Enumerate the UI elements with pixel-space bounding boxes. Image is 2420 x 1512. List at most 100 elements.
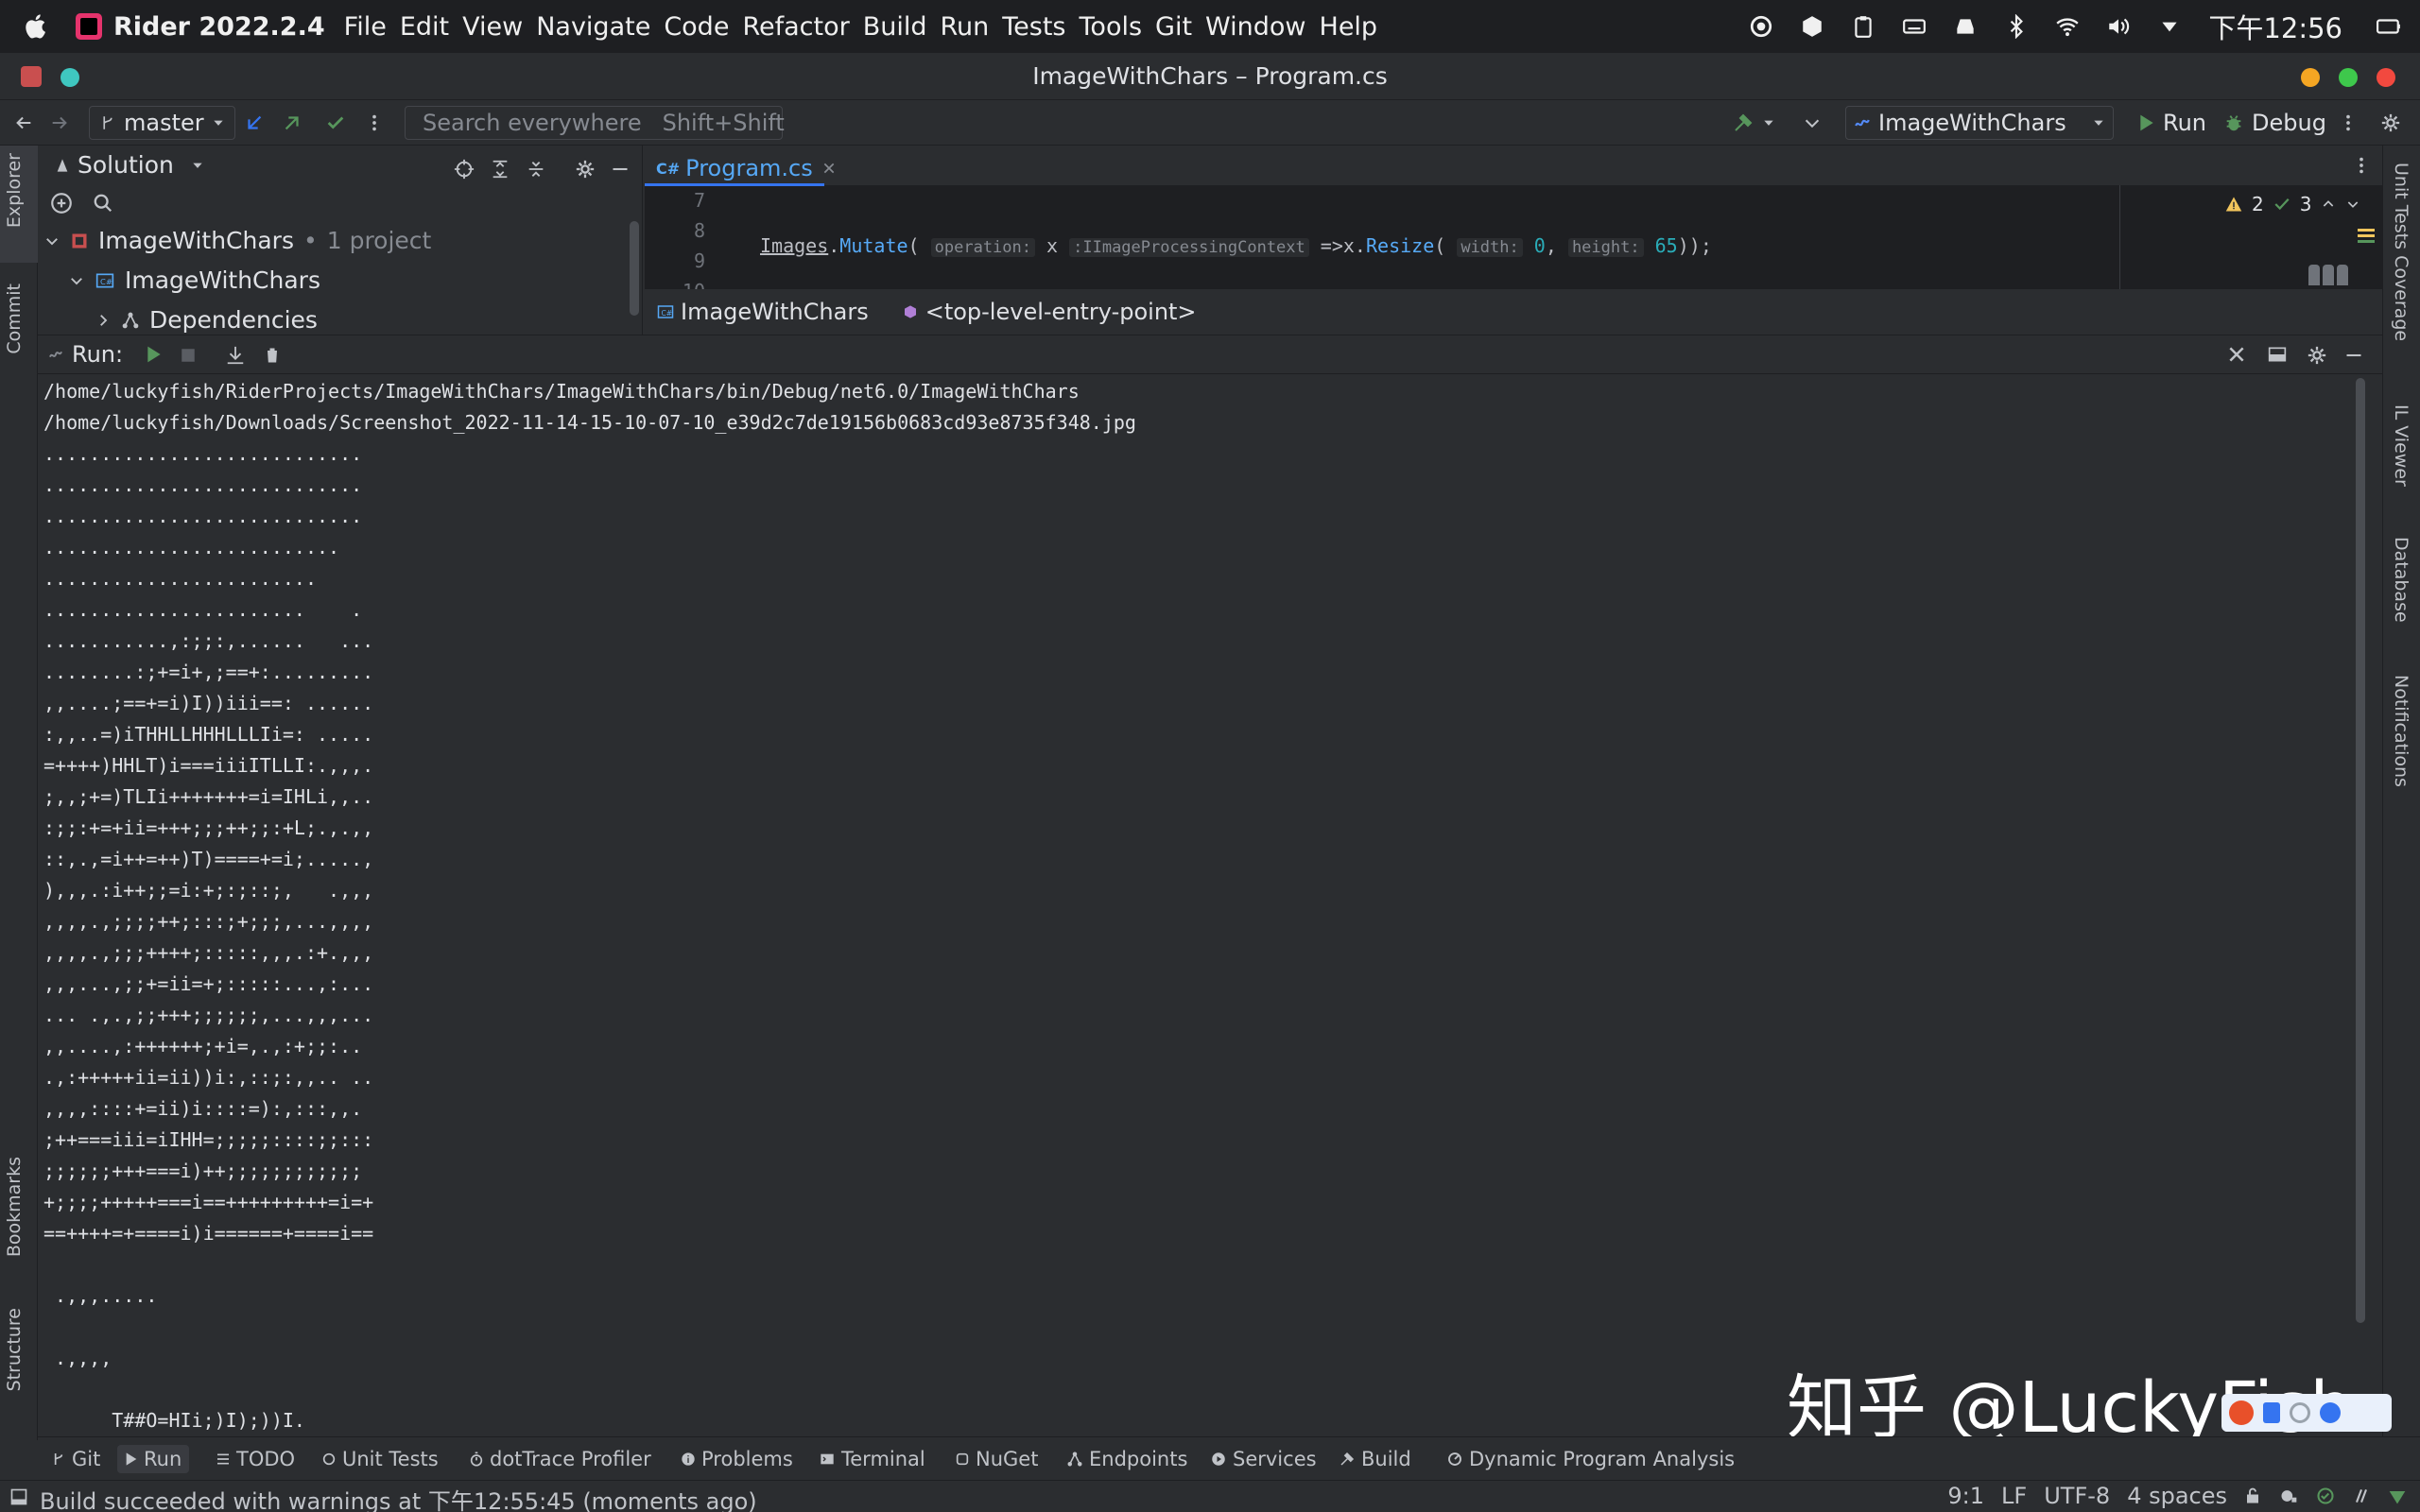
menu-tools[interactable]: Tools <box>1080 12 1143 42</box>
caret-position[interactable]: 9:1 <box>1947 1483 1984 1509</box>
search-icon[interactable] <box>93 193 113 214</box>
tab-dynamic-program-analysis[interactable]: Dynamic Program Analysis <box>1446 1445 1735 1473</box>
solution-header[interactable]: Solution <box>55 151 204 179</box>
layout-icon[interactable] <box>2267 345 2288 364</box>
git-branch-selector[interactable]: master <box>89 106 235 140</box>
check-circle-icon[interactable] <box>2316 1486 2335 1505</box>
explorer-tab[interactable]: Explorer <box>4 153 25 228</box>
menu-file[interactable]: File <box>344 12 387 42</box>
show-files-icon[interactable] <box>49 191 74 215</box>
maximize-button[interactable] <box>2339 68 2358 87</box>
console-scrollbar[interactable] <box>2356 378 2365 1323</box>
git-more-button[interactable] <box>371 106 378 140</box>
tab-terminal[interactable]: Terminal <box>819 1445 925 1473</box>
tab-todo[interactable]: TODO <box>216 1445 295 1473</box>
gear-icon[interactable] <box>2307 345 2327 366</box>
notifications-tab[interactable]: Notifications <box>2391 675 2411 787</box>
close-tab-icon[interactable] <box>822 162 836 175</box>
line-separator[interactable]: LF <box>2001 1483 2027 1509</box>
git-commit-button[interactable] <box>325 106 346 140</box>
tree-dependencies[interactable]: Dependencies <box>95 306 318 334</box>
tab-program-cs[interactable]: C# Program.cs <box>656 151 836 185</box>
status-message[interactable]: Build succeeded with warnings at 下午12:55… <box>40 1483 757 1512</box>
minimize-panel-icon[interactable] <box>2344 345 2363 366</box>
menu-code[interactable]: Code <box>664 12 729 42</box>
inspection-profile-icon[interactable] <box>2278 1486 2299 1505</box>
clock[interactable]: 下午12:56 <box>2208 7 2342 46</box>
error-stripe-marks[interactable] <box>2358 229 2375 244</box>
inspection-widget[interactable]: 2 3 <box>2225 193 2360 215</box>
tab-git[interactable]: Git <box>51 1445 100 1473</box>
minimize-panel-icon[interactable] <box>611 159 630 180</box>
menu-edit[interactable]: Edit <box>400 12 449 42</box>
locate-icon[interactable] <box>454 159 475 180</box>
menu-app-name[interactable]: Rider 2022.2.4 <box>113 12 325 42</box>
unit-tests-coverage-tab[interactable]: Unit Tests Coverage <box>2391 163 2411 341</box>
box-icon[interactable] <box>1800 14 1824 39</box>
menu-navigate[interactable]: Navigate <box>536 12 650 42</box>
run-button[interactable]: Run <box>2138 106 2206 140</box>
shield-check-icon[interactable] <box>2388 1486 2407 1505</box>
database-tab[interactable]: Database <box>2391 537 2411 623</box>
tab-dottrace[interactable]: dotTrace Profiler <box>469 1445 651 1473</box>
explorer-scrollbar[interactable] <box>630 221 639 316</box>
expand-all-icon[interactable] <box>490 159 510 180</box>
tab-build[interactable]: Build <box>1339 1445 1411 1473</box>
status-bar-toggle-icon[interactable] <box>9 1487 28 1506</box>
bookmarks-tab[interactable]: Bookmarks <box>4 1157 25 1257</box>
scroll-to-end-icon[interactable] <box>225 345 246 366</box>
lock-icon[interactable] <box>2244 1486 2261 1505</box>
tree-project[interactable]: C# ImageWithChars <box>68 266 320 294</box>
git-update-button[interactable] <box>244 106 265 140</box>
tab-nuget[interactable]: NuGet <box>955 1445 1038 1473</box>
code-area[interactable]: 7 8 9 10 Images.Mutate( operation: x :II… <box>645 185 2382 333</box>
gear-icon[interactable] <box>575 159 596 180</box>
tab-unit-tests[interactable]: Unit Tests <box>321 1445 439 1473</box>
tab-services[interactable]: Services <box>1210 1445 1317 1473</box>
structure-tab[interactable]: Structure <box>4 1308 25 1391</box>
more-vertical-icon[interactable] <box>2358 155 2365 176</box>
menu-tests[interactable]: Tests <box>1002 12 1065 42</box>
menu-git[interactable]: Git <box>1155 12 1192 42</box>
minimize-button[interactable] <box>2301 68 2320 87</box>
tab-problems[interactable]: Problems <box>681 1445 793 1473</box>
keyboard-icon[interactable] <box>1902 14 1927 39</box>
nav-back-button[interactable] <box>13 106 34 140</box>
trash-icon[interactable] <box>263 345 282 366</box>
run-console[interactable]: /home/luckyfish/RiderProjects/ImageWithC… <box>38 374 2382 1435</box>
debug-button[interactable]: Debug <box>2223 106 2326 140</box>
rerun-icon[interactable] <box>146 345 163 364</box>
collapse-all-icon[interactable] <box>526 159 546 180</box>
breadcrumb-member[interactable]: <top-level-entry-point> <box>903 299 1197 325</box>
menu-window[interactable]: Window <box>1205 12 1305 42</box>
battery-icon[interactable] <box>2377 14 2401 39</box>
breadcrumb-project[interactable]: C# ImageWithChars <box>656 299 869 325</box>
chevron-down-icon[interactable] <box>2345 197 2360 212</box>
search-everywhere-field[interactable]: Search everywhere Shift+Shift <box>405 106 785 140</box>
menu-help[interactable]: Help <box>1320 12 1378 42</box>
il-viewer-tab[interactable]: IL Viewer <box>2391 404 2411 487</box>
bluetooth-icon[interactable] <box>2004 14 2029 39</box>
run-config-menu-button[interactable] <box>1802 106 1823 140</box>
close-button[interactable] <box>2377 68 2395 87</box>
tab-endpoints[interactable]: Endpoints <box>1066 1445 1187 1473</box>
close-icon[interactable] <box>2227 345 2246 364</box>
tree-solution-root[interactable]: ImageWithChars • 1 project <box>43 227 431 254</box>
reader-mode-icon[interactable] <box>2308 265 2350 285</box>
drive-icon[interactable] <box>1953 14 1978 39</box>
stop-icon[interactable] <box>180 347 197 364</box>
menu-build[interactable]: Build <box>863 12 927 42</box>
apple-icon[interactable] <box>23 12 51 41</box>
chevron-up-icon[interactable] <box>2321 197 2336 212</box>
record-icon[interactable] <box>1749 14 1773 39</box>
clipboard-icon[interactable] <box>1851 14 1876 39</box>
file-encoding[interactable]: UTF-8 <box>2044 1483 2110 1509</box>
wifi-icon[interactable] <box>2055 14 2080 39</box>
dropdown-triangle-icon[interactable] <box>2157 14 2182 39</box>
menu-run[interactable]: Run <box>940 12 989 42</box>
tab-run[interactable]: Run <box>117 1445 190 1473</box>
run-config-selector[interactable]: ImageWithChars <box>1845 106 2114 140</box>
menu-view[interactable]: View <box>462 12 523 42</box>
commit-tab[interactable]: Commit <box>4 284 25 354</box>
dotnet-icon[interactable] <box>2352 1486 2371 1505</box>
